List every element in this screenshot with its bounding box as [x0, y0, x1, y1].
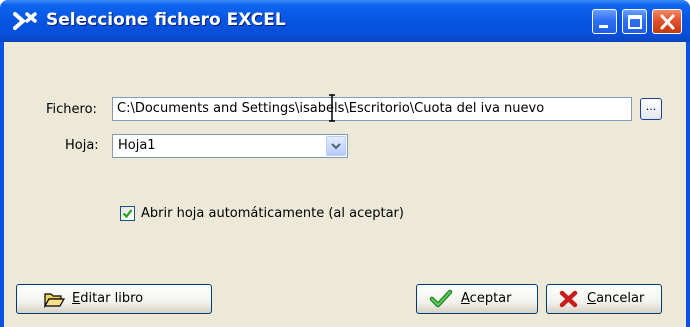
sheet-select[interactable]: Hoja1 — [112, 134, 348, 158]
chevron-down-icon — [331, 143, 341, 150]
file-path-input[interactable]: C:\Documents and Settings\isabels\Escrit… — [112, 97, 632, 121]
edit-book-button[interactable]: Editar libro — [16, 284, 212, 314]
edit-book-label: Editar libro — [72, 291, 144, 306]
red-x-icon — [559, 290, 578, 308]
auto-open-checkbox[interactable] — [120, 206, 135, 221]
maximize-button[interactable] — [622, 9, 647, 34]
checkmark-icon — [122, 209, 133, 219]
title-bar[interactable]: Seleccione fichero EXCEL — [0, 0, 690, 42]
accept-button[interactable]: Aceptar — [416, 284, 538, 314]
maximize-icon — [628, 15, 642, 29]
text-cursor-icon — [329, 94, 335, 122]
close-icon — [660, 14, 675, 30]
dialog-body: Fichero: C:\Documents and Settings\isabe… — [4, 42, 686, 327]
cancel-button[interactable]: Cancelar — [546, 284, 662, 314]
dropdown-button[interactable] — [326, 136, 346, 156]
folder-open-icon — [43, 293, 65, 308]
cancel-label: Cancelar — [587, 291, 645, 306]
checkmark-icon — [429, 289, 453, 308]
app-logo-icon — [13, 10, 37, 32]
sheet-select-value: Hoja1 — [118, 138, 156, 153]
window-title: Seleccione fichero EXCEL — [46, 10, 286, 30]
file-label: Fichero: — [46, 102, 97, 117]
dialog-window: Seleccione fichero EXCEL Fichero: C:\Doc… — [0, 0, 690, 327]
browse-button[interactable]: ... — [640, 98, 662, 120]
minimize-icon — [599, 25, 608, 28]
accept-label: Aceptar — [461, 291, 512, 306]
auto-open-label[interactable]: Abrir hoja automáticamente (al aceptar) — [141, 206, 404, 221]
close-button[interactable] — [652, 9, 682, 34]
ellipsis-icon: ... — [645, 100, 657, 113]
sheet-label: Hoja: — [65, 138, 99, 153]
minimize-button[interactable] — [592, 9, 617, 34]
